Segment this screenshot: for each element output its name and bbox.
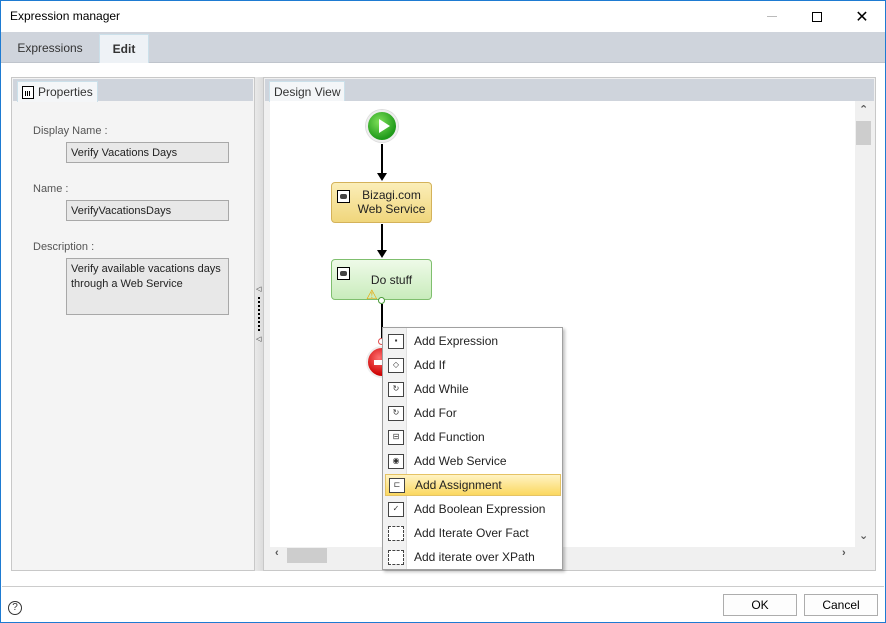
- design-view-header: Design View: [265, 79, 874, 102]
- start-event[interactable]: [366, 110, 398, 142]
- dialog-footer: ? OK Cancel: [1, 588, 885, 622]
- expression-icon: ▪: [388, 333, 404, 349]
- menu-item-add-if[interactable]: ◇ Add If: [385, 354, 561, 376]
- iterate-xpath-icon: [388, 549, 404, 565]
- menu-item-label: Add Expression: [414, 334, 499, 348]
- if-icon: ◇: [388, 357, 404, 373]
- menu-item-label: Add Iterate Over Fact: [414, 526, 529, 540]
- help-icon[interactable]: ?: [8, 601, 22, 615]
- maximize-icon: [812, 11, 822, 22]
- panel-splitter[interactable]: ◁ ◁: [255, 77, 263, 571]
- splitter-grip[interactable]: [258, 297, 260, 331]
- close-icon: ✕: [855, 8, 869, 26]
- menu-item-add-while[interactable]: ↻ Add While: [385, 378, 561, 400]
- tab-expressions[interactable]: Expressions: [1, 34, 99, 63]
- menu-item-label: Add Assignment: [415, 478, 502, 492]
- scroll-down-icon[interactable]: ⌄: [859, 529, 868, 542]
- expression-manager-window: Expression manager ✕ Expressions Edit Pr…: [0, 0, 886, 623]
- iterate-fact-icon: [388, 525, 404, 541]
- menu-item-add-expression[interactable]: ▪ Add Expression: [385, 330, 561, 352]
- description-label: Description :: [33, 241, 95, 253]
- connector: [381, 144, 383, 174]
- menu-item-add-assignment[interactable]: ⊏ Add Assignment: [385, 474, 561, 496]
- scroll-left-icon[interactable]: ‹: [275, 547, 279, 559]
- function-icon: ⊟: [388, 429, 404, 445]
- assignment-icon: ⊏: [389, 477, 405, 493]
- close-button[interactable]: ✕: [839, 1, 885, 32]
- for-icon: ↻: [388, 405, 404, 421]
- output-port[interactable]: [378, 297, 385, 304]
- name-field[interactable]: VerifyVacationsDays: [66, 200, 229, 221]
- menu-item-add-function[interactable]: ⊟ Add Function: [385, 426, 561, 448]
- menu-item-add-boolean-expression[interactable]: ✓ Add Boolean Expression: [385, 498, 561, 520]
- arrow-icon: [377, 250, 387, 258]
- node-do-stuff-label: Do stuff: [370, 273, 413, 287]
- design-view-tab[interactable]: Design View: [269, 81, 346, 102]
- boolean-icon: ✓: [388, 501, 404, 517]
- maximize-button[interactable]: [794, 1, 840, 32]
- scroll-up-icon[interactable]: ⌃: [859, 103, 868, 116]
- tab-strip: Expressions Edit: [1, 32, 885, 63]
- arrow-icon: [377, 173, 387, 181]
- while-icon: ↻: [388, 381, 404, 397]
- title-bar: Expression manager ✕: [1, 1, 885, 32]
- collapse-left-icon-2[interactable]: ◁: [256, 335, 261, 343]
- description-field[interactable]: Verify available vacations days through …: [66, 258, 229, 315]
- menu-item-add-for[interactable]: ↻ Add For: [385, 402, 561, 424]
- display-name-label: Display Name :: [33, 125, 108, 137]
- window-title: Expression manager: [10, 9, 121, 23]
- properties-icon: [22, 85, 34, 99]
- menu-item-label: Add For: [414, 406, 457, 420]
- menu-item-add-iterate-over-xpath[interactable]: Add iterate over XPath: [385, 546, 561, 568]
- web-service-icon: ◉: [388, 453, 404, 469]
- node-do-stuff[interactable]: Do stuff: [331, 259, 432, 300]
- menu-item-label: Add While: [414, 382, 469, 396]
- vertical-scrollbar[interactable]: ⌃ ⌄: [855, 101, 872, 547]
- web-service-node-icon: [337, 190, 350, 203]
- properties-panel: Properties Display Name : Verify Vacatio…: [11, 77, 255, 571]
- collapse-left-icon[interactable]: ◁: [256, 285, 261, 293]
- node-web-service[interactable]: Bizagi.com Web Service: [331, 182, 432, 223]
- vertical-scroll-thumb[interactable]: [856, 121, 871, 145]
- tab-edit[interactable]: Edit: [99, 34, 149, 63]
- properties-tab[interactable]: Properties: [17, 81, 98, 102]
- menu-item-label: Add Boolean Expression: [414, 502, 546, 516]
- menu-item-add-web-service[interactable]: ◉ Add Web Service: [385, 450, 561, 472]
- design-view-panel: Design View Bizagi.com Web Service Do st…: [263, 77, 876, 571]
- menu-item-label: Add iterate over XPath: [414, 550, 535, 564]
- ok-button[interactable]: OK: [723, 594, 797, 616]
- minimize-button[interactable]: [749, 1, 795, 32]
- scroll-right-icon[interactable]: ›: [842, 547, 846, 559]
- cancel-button[interactable]: Cancel: [804, 594, 878, 616]
- context-menu: ▪ Add Expression ◇ Add If ↻ Add While ↻ …: [382, 327, 563, 570]
- menu-item-label: Add Function: [414, 430, 485, 444]
- minimize-icon: [767, 16, 777, 17]
- menu-item-label: Add Web Service: [414, 454, 507, 468]
- connector: [381, 224, 383, 251]
- horizontal-scroll-thumb[interactable]: [287, 548, 327, 563]
- display-name-field[interactable]: Verify Vacations Days: [66, 142, 229, 163]
- design-view-tab-label: Design View: [274, 84, 341, 99]
- expression-node-icon: [337, 267, 350, 280]
- name-label: Name :: [33, 183, 69, 195]
- menu-item-label: Add If: [414, 358, 446, 372]
- properties-header: Properties: [13, 79, 253, 102]
- menu-item-add-iterate-over-fact[interactable]: Add Iterate Over Fact: [385, 522, 561, 544]
- node-web-service-label: Bizagi.com Web Service: [357, 188, 426, 216]
- warning-icon: ⚠: [366, 287, 378, 302]
- properties-tab-label: Properties: [38, 84, 93, 99]
